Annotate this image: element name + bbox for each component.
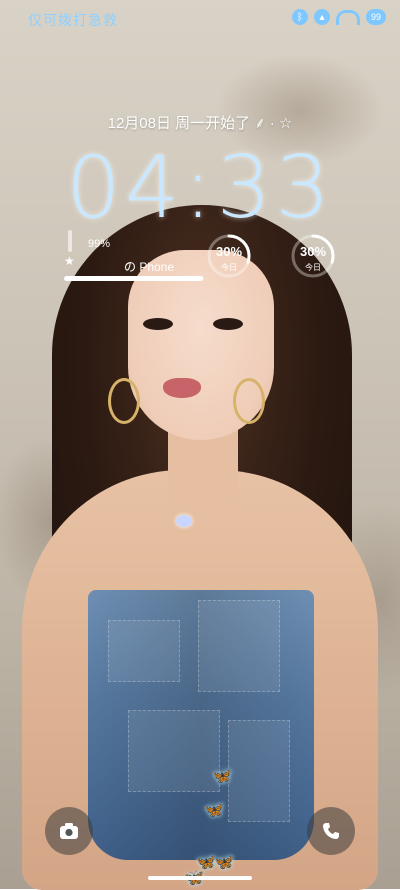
ring-2-label: 今日 bbox=[305, 263, 321, 272]
wallpaper-eye-left bbox=[143, 318, 173, 330]
butterfly-icon: 🦋 bbox=[214, 854, 234, 871]
butterfly-icon: 🦋 bbox=[212, 768, 232, 785]
camera-button[interactable] bbox=[45, 807, 93, 855]
status-bar: 仅可拨打急救 ᛒ ▴ 99 bbox=[0, 0, 400, 40]
ring-1-percent: 30% bbox=[215, 244, 243, 259]
wifi-icon bbox=[336, 9, 360, 25]
wallpaper-necklace bbox=[176, 515, 192, 527]
ring-widget-1[interactable]: 30% 今日 bbox=[205, 232, 253, 280]
battery-icon: 99 bbox=[366, 9, 386, 25]
battery-progress-fill bbox=[64, 276, 203, 281]
signal-icon: ▴ bbox=[314, 9, 330, 25]
camera-icon bbox=[60, 823, 78, 839]
ring-1-label: 今日 bbox=[221, 263, 237, 272]
home-indicator[interactable] bbox=[148, 876, 252, 880]
wallpaper-earring-right bbox=[233, 378, 265, 424]
wallpaper-earring-left bbox=[108, 378, 140, 424]
star-icon: ★ bbox=[64, 254, 75, 268]
wallpaper bbox=[0, 0, 400, 890]
status-icons: ᛒ ▴ 99 bbox=[292, 9, 386, 25]
wallpaper-eye-right bbox=[213, 318, 243, 330]
battery-percent: 99% bbox=[88, 238, 111, 250]
bluetooth-icon: ᛒ bbox=[292, 9, 308, 25]
phone-icon bbox=[323, 823, 339, 839]
battery-widget[interactable]: 99% ★ の Phone bbox=[64, 230, 204, 290]
carrier-label: 仅可拨打急救 bbox=[28, 12, 118, 28]
battery-level-indicator bbox=[68, 230, 72, 252]
ring-widget-2[interactable]: 30% 今日 bbox=[289, 232, 337, 280]
wallpaper-denim-top bbox=[88, 590, 314, 860]
battery-progress-bar bbox=[64, 276, 204, 281]
date-line: 12月08日 周一开始了 ⸙ · ☆ bbox=[107, 115, 293, 132]
butterfly-icon: 🦋 bbox=[204, 802, 224, 819]
wallpaper-lips bbox=[163, 378, 201, 398]
phone-button[interactable] bbox=[307, 807, 355, 855]
lock-clock[interactable]: 04:33 bbox=[0, 138, 400, 238]
device-label: の Phone bbox=[124, 260, 175, 274]
ring-2-percent: 30% bbox=[299, 244, 327, 259]
